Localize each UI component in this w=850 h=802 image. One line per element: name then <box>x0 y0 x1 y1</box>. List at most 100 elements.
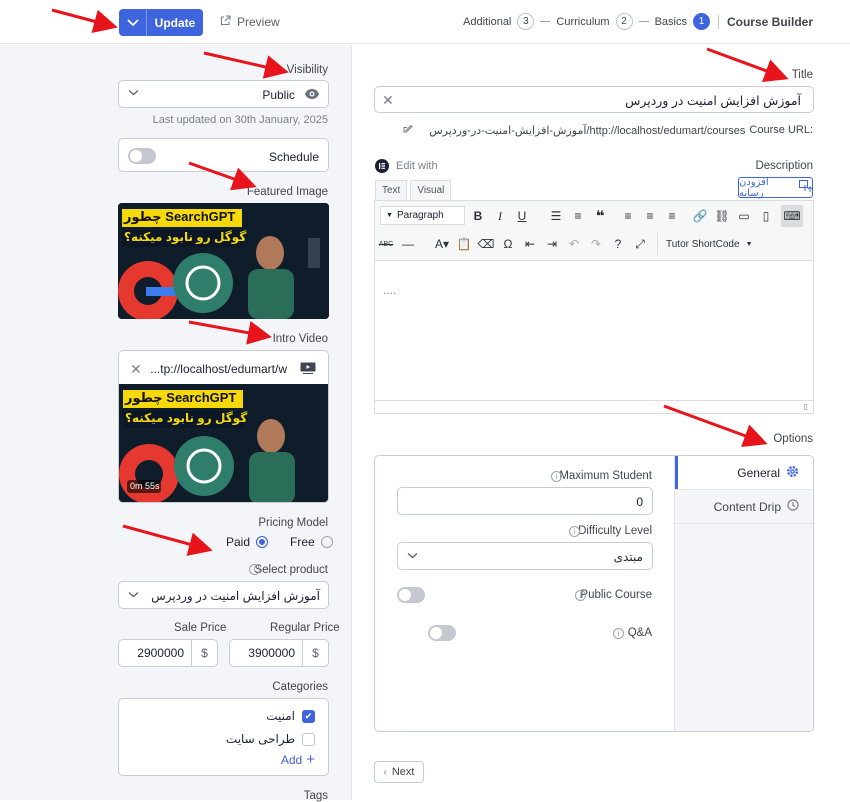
regular-price-value[interactable]: 3900000 <box>230 640 302 666</box>
redo-icon[interactable]: ↷ <box>585 233 607 255</box>
add-category-button[interactable]: Add + <box>281 751 315 768</box>
help-icon[interactable]: ? <box>607 233 629 255</box>
bullet-list-icon[interactable]: ☰ <box>545 205 567 227</box>
video-icon <box>300 362 316 377</box>
tab-general-label[interactable]: General <box>737 466 780 480</box>
edit-url-icon[interactable] <box>402 124 413 138</box>
paid-radio[interactable] <box>256 536 269 548</box>
chevron-down-icon[interactable] <box>119 9 147 36</box>
italic-icon[interactable]: I <box>489 205 511 227</box>
header-divider <box>717 14 719 29</box>
step-additional-number[interactable]: 3 <box>517 13 535 30</box>
max-student-value[interactable]: 0 <box>636 495 643 509</box>
public-course-toggle[interactable] <box>397 587 425 603</box>
underline-icon[interactable]: U <box>511 205 533 227</box>
free-option[interactable]: Free <box>290 535 333 549</box>
bold-icon[interactable]: B <box>467 205 489 227</box>
course-builder-title: Course Builder <box>726 14 813 29</box>
edit-with-elementor[interactable]: Edit with <box>375 159 438 173</box>
step-curriculum-label[interactable]: Curriculum <box>556 16 609 28</box>
preview-label[interactable]: Preview <box>237 15 280 29</box>
edit-with-label[interactable]: Edit with <box>396 160 438 172</box>
step-additional-label[interactable]: Additional <box>463 16 511 28</box>
featured-image-label: Featured Image <box>246 186 328 198</box>
horizontal-line-icon[interactable]: — <box>397 233 419 255</box>
align-left-icon[interactable]: ≡ <box>617 205 639 227</box>
clear-formatting-icon[interactable]: ⌫ <box>475 233 497 255</box>
intro-video-thumbnail[interactable]: چطور SearchGPT گوگل رو نابود میکنه؟ 0m 5… <box>119 384 328 502</box>
paste-text-icon[interactable]: 📋 <box>453 233 475 255</box>
category-item[interactable]: طراحی سایت <box>226 732 315 746</box>
tab-general[interactable]: General <box>675 456 813 490</box>
public-course-label: Public Course <box>580 589 652 601</box>
sale-price-input[interactable]: 2900000 $ <box>118 639 218 667</box>
strikethrough-icon[interactable]: ABC <box>375 233 397 255</box>
paragraph-select[interactable]: ▼ Paragraph <box>380 206 465 225</box>
selected-product: آموزش افزایش امنیت در وردپرس <box>151 589 320 603</box>
plus-icon: + <box>306 751 315 768</box>
regular-price-input[interactable]: 3900000 $ <box>229 639 329 667</box>
link-icon[interactable]: 🔗 <box>689 205 711 227</box>
difficulty-label: Difficulty Level <box>578 525 652 537</box>
sale-price-value[interactable]: 2900000 <box>119 640 191 666</box>
indent-icon[interactable]: ⇥ <box>541 233 563 255</box>
outdent-icon[interactable]: ⇤ <box>519 233 541 255</box>
thumbnail-headline: چطور SearchGPT <box>124 209 236 224</box>
media-icon <box>799 180 813 195</box>
align-right-icon[interactable]: ≡ <box>661 205 683 227</box>
step-basics-label[interactable]: Basics <box>655 16 687 28</box>
clear-icon[interactable]: ✕ <box>382 92 394 109</box>
fullscreen-icon[interactable]: ▯ <box>755 205 777 227</box>
tab-visual[interactable]: Visual <box>410 180 452 201</box>
thumbnail-subheadline: گوگل رو نابود میکنه؟ <box>124 230 247 244</box>
next-label[interactable]: Next <box>392 766 415 778</box>
blockquote-icon[interactable]: ❝ <box>589 205 611 227</box>
toolbar-toggle-icon[interactable]: ⌨ <box>781 205 803 227</box>
tab-content-drip-label[interactable]: Content Drip <box>714 500 781 514</box>
resize-handle-icon[interactable]: ▯ <box>804 402 808 411</box>
title-input[interactable]: ✕ آموزش افزایش امنیت در وردپرس <box>374 86 814 113</box>
product-select[interactable]: آموزش افزایش امنیت در وردپرس <box>118 581 329 609</box>
schedule-toggle[interactable] <box>128 148 156 164</box>
preview-link[interactable]: Preview <box>220 15 280 29</box>
add-media-button[interactable]: افزودن رسانه <box>738 177 813 199</box>
free-radio[interactable] <box>320 536 333 548</box>
video-thumbnail-subheadline: گوگل رو نابود میکنه؟ <box>125 411 248 425</box>
title-value[interactable]: آموزش افزایش امنیت در وردپرس <box>625 93 801 108</box>
qa-toggle[interactable] <box>428 625 457 641</box>
max-student-input[interactable]: 0 <box>397 487 653 515</box>
editor-content[interactable]: .... <box>383 283 396 297</box>
unlink-icon[interactable]: ⛓ <box>711 205 733 227</box>
featured-image[interactable]: چطور SearchGPT گوگل رو نابود میکنه؟ <box>118 203 329 319</box>
special-character-icon[interactable]: Ω <box>497 233 519 255</box>
add-media-label[interactable]: افزودن رسانه <box>739 177 795 199</box>
visibility-value: Public <box>262 88 295 102</box>
numbered-list-icon[interactable]: ≡ <box>567 205 589 227</box>
undo-icon[interactable]: ↶ <box>563 233 585 255</box>
category-checkbox[interactable]: ✔ <box>302 709 315 723</box>
category-checkbox[interactable] <box>302 732 315 746</box>
tab-text[interactable]: Text <box>375 180 408 201</box>
align-center-icon[interactable]: ≡ <box>639 205 661 227</box>
toolbar-row-2: ABC — A▾ 📋 ⌫ Ω ⇤ ⇥ ↶ ↷ ? ⤢ Tutor ShortCo… <box>375 233 753 255</box>
close-icon[interactable]: ✕ <box>130 361 142 378</box>
course-url[interactable]: http://localhost/edumart/courses/آموزش-ا… <box>429 124 745 138</box>
shortcode-select[interactable]: Tutor ShortCode ▼ <box>657 233 753 255</box>
difficulty-select[interactable]: مبتدی <box>397 542 653 570</box>
step-curriculum-number[interactable]: 2 <box>615 13 633 30</box>
visibility-select[interactable]: Public <box>118 80 329 108</box>
text-color-icon[interactable]: A▾ <box>431 233 453 255</box>
add-label[interactable]: Add <box>281 753 302 767</box>
active-tab-indicator <box>675 456 678 489</box>
expand-icon[interactable]: ⤢ <box>629 233 651 255</box>
update-label[interactable]: Update <box>147 9 203 36</box>
category-item[interactable]: امنیت ✔ <box>266 709 315 723</box>
gear-icon <box>786 465 799 481</box>
tab-content-drip[interactable]: Content Drip <box>675 490 813 524</box>
next-button[interactable]: ‹ Next <box>374 761 424 783</box>
update-button[interactable]: Update <box>119 9 203 36</box>
read-more-icon[interactable]: ▭ <box>733 205 755 227</box>
schedule-label: Schedule <box>268 150 319 164</box>
paid-option[interactable]: Paid <box>226 535 269 549</box>
step-basics-number[interactable]: 1 <box>692 13 710 30</box>
